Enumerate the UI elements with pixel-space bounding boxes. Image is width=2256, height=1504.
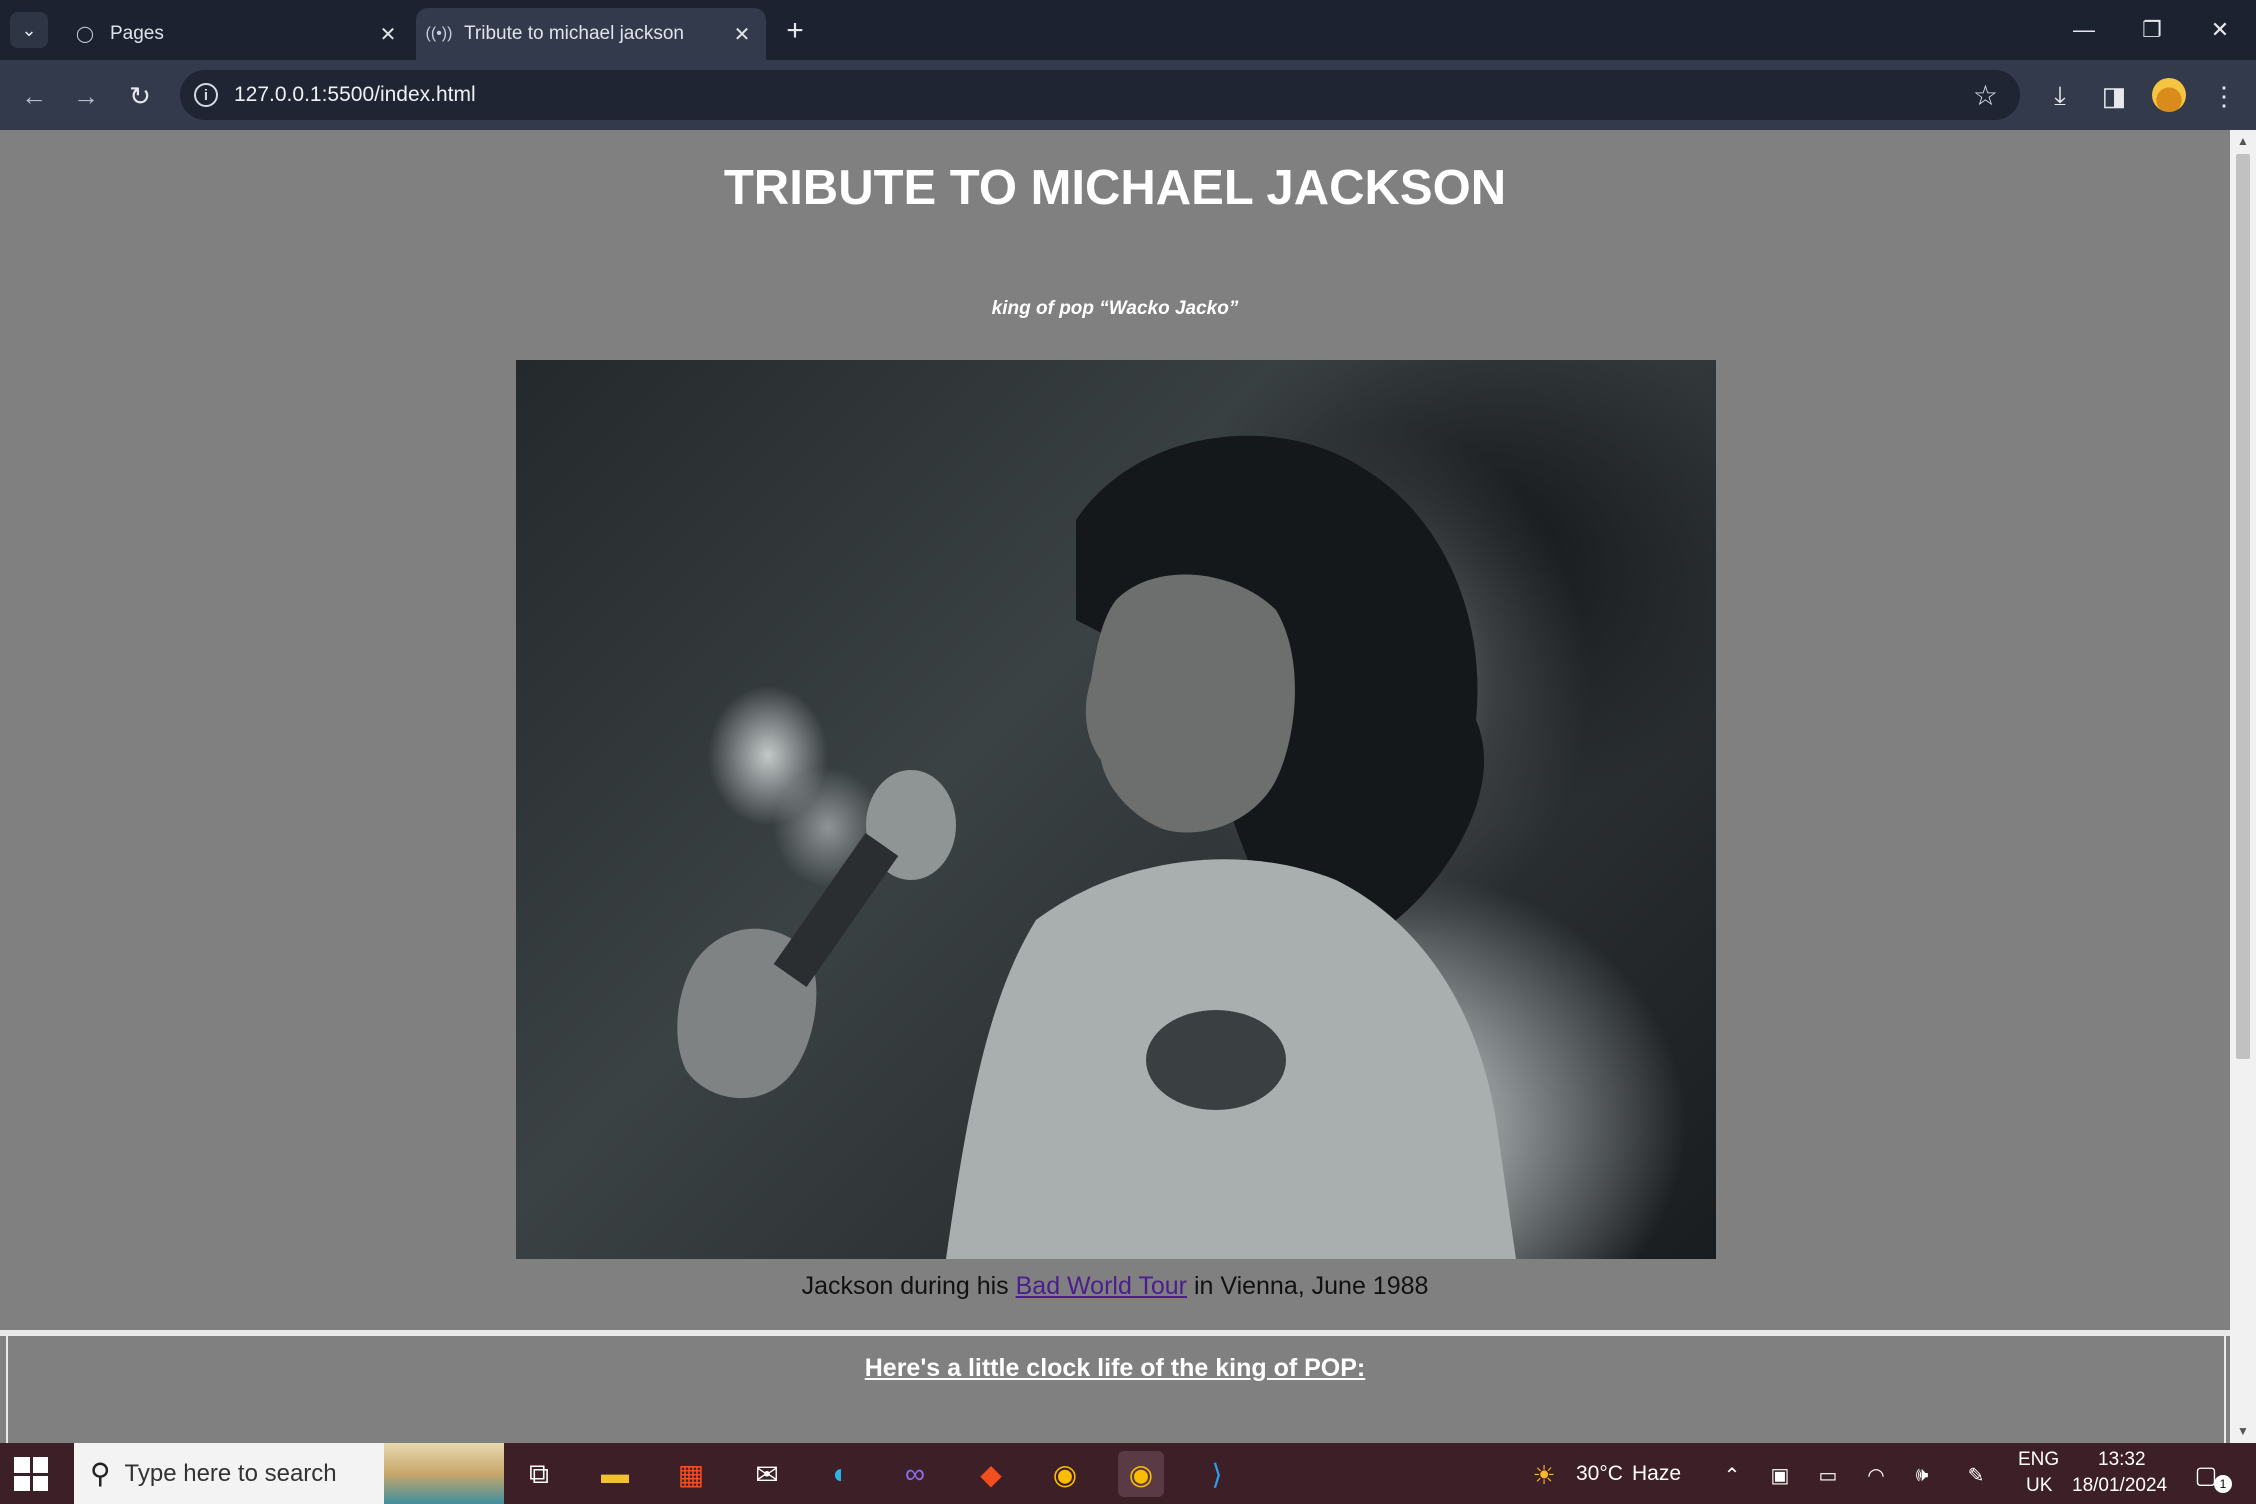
windows-start-icon[interactable] [14,1457,48,1491]
reload-button[interactable]: ↻ [120,76,160,116]
taskbar-search[interactable]: ⚲ Type here to search [74,1443,504,1504]
edge-browser-icon[interactable]: ◐ [818,1451,864,1497]
caption-prefix: Jackson during his [801,1272,1016,1300]
notification-count-badge: 1 [2214,1475,2232,1493]
pen-icon[interactable]: ✎ [1962,1461,1990,1489]
arrow-left-icon: ← [21,80,47,111]
caption-suffix: in Vienna, June 1988 [1187,1272,1429,1300]
tab-title: Pages [110,23,164,44]
weather-haze-icon[interactable]: ☀ [1530,1460,1558,1490]
page-subtitle: king of pop “Wacko Jacko” [991,298,1239,319]
close-icon[interactable]: ✕ [728,20,756,48]
visual-studio-icon[interactable]: ∞ [892,1451,938,1497]
tab-tribute[interactable]: ((•)) Tribute to michael jackson ✕ [416,8,766,60]
windows-taskbar: ⚲ Type here to search ⧉ ▬ ▦ ✉ ◐ ∞ ◆ ◉ ◉ … [0,1443,2256,1504]
photo-caption: Jackson during his Bad World Tour in Vie… [0,1272,2230,1301]
reload-icon: ↻ [129,80,151,111]
task-view-icon[interactable]: ⧉ [516,1451,562,1497]
close-icon[interactable]: ✕ [374,20,402,48]
new-tab-button[interactable]: + [778,14,812,48]
weather-temperature[interactable]: 30°C [1576,1462,1623,1486]
page-title: TRIBUTE TO MICHAEL JACKSON [723,161,1507,215]
input-language[interactable]: ENG [2018,1449,2059,1471]
tab-title: Tribute to michael jackson [464,23,685,44]
meet-now-icon[interactable]: ▣ [1766,1461,1794,1489]
figma-icon[interactable]: ◆ [968,1451,1014,1497]
section-heading: Here's a little clock life of the king o… [864,1354,1366,1382]
bookmark-star-icon[interactable]: ☆ [1973,79,1998,112]
browser-toolbar: ← → ↻ i 127.0.0.1:5500/index.html ☆ ⤓ ◨ … [0,60,2256,130]
chevron-up-icon[interactable]: ⌃ [1718,1461,1746,1489]
scrollbar-thumb[interactable] [2236,154,2250,1059]
clock-life-section [6,1336,2226,1443]
vscode-icon[interactable]: ⟩ [1194,1451,1240,1497]
scroll-down-icon[interactable]: ▼ [2236,1424,2250,1438]
chrome-icon[interactable]: ◉ [1042,1451,1088,1497]
clock-date[interactable]: 18/01/2024 [2072,1475,2167,1497]
michael-jackson-photo [516,360,1716,1259]
download-icon[interactable]: ⤓ [2040,76,2080,116]
live-server-icon: ((•)) [425,25,453,42]
info-icon[interactable]: i [194,83,218,107]
minimize-button[interactable]: — [2054,8,2114,52]
github-icon: ◯ [76,26,94,43]
menu-kebab-icon[interactable]: ⋮ [2204,76,2244,116]
tab-pages[interactable]: ◯ Pages ✕ [62,8,412,60]
volume-icon[interactable]: 🕪 [1908,1461,1936,1489]
browser-tab-strip: ⌄ ◯ Pages ✕ ((•)) Tribute to michael jac… [0,0,2256,60]
scroll-up-icon[interactable]: ▲ [2236,134,2250,148]
mail-icon[interactable]: ✉ [744,1451,790,1497]
search-placeholder: Type here to search [124,1459,337,1487]
battery-icon[interactable]: ▭ [1814,1461,1842,1489]
address-bar[interactable]: i 127.0.0.1:5500/index.html ☆ [180,70,2020,120]
file-explorer-icon[interactable]: ▬ [592,1451,638,1497]
page-viewport: TRIBUTE TO MICHAEL JACKSON king of pop “… [0,130,2230,1443]
arrow-right-icon: → [73,80,99,111]
weather-condition[interactable]: Haze [1632,1462,1681,1486]
search-icon: ⚲ [90,1458,111,1489]
clock-time[interactable]: 13:32 [2098,1449,2146,1471]
back-button[interactable]: ← [14,76,54,116]
close-window-button[interactable]: ✕ [2190,8,2250,52]
microsoft-store-icon[interactable]: ▦ [668,1451,714,1497]
input-region[interactable]: UK [2026,1475,2052,1497]
chevron-down-icon: ⌄ [21,19,37,40]
search-highlight-image [384,1443,504,1504]
side-panel-icon[interactable]: ◨ [2094,76,2134,116]
performer-silhouette [677,435,1516,1259]
forward-button[interactable]: → [66,76,106,116]
bad-world-tour-link[interactable]: Bad World Tour [1016,1272,1187,1300]
profile-avatar[interactable] [2152,78,2186,112]
restore-button[interactable]: ❐ [2122,8,2182,52]
chrome-active-icon[interactable]: ◉ [1118,1451,1164,1497]
wifi-icon[interactable]: ◠ [1862,1461,1890,1489]
page-scrollbar[interactable]: ▲ ▼ [2230,130,2256,1443]
url-text[interactable]: 127.0.0.1:5500/index.html [234,83,1973,107]
tab-search-dropdown-button[interactable]: ⌄ [10,12,48,48]
